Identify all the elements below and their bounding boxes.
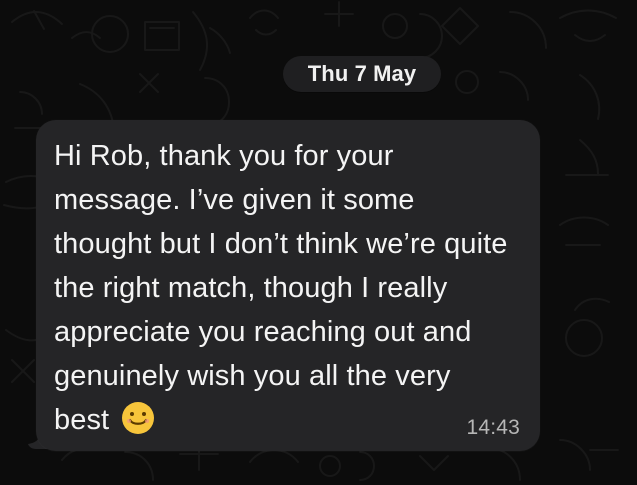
smiling-face-icon bbox=[121, 401, 155, 435]
chat-screen: Thu 7 May Hi Rob, thank you for your mes… bbox=[0, 0, 637, 485]
message-bubble: Hi Rob, thank you for your message. I’ve… bbox=[36, 120, 540, 451]
incoming-message[interactable]: Hi Rob, thank you for your message. I’ve… bbox=[28, 120, 540, 451]
date-separator: Thu 7 May bbox=[283, 56, 441, 92]
message-content: Hi Rob, thank you for your message. I’ve… bbox=[54, 134, 509, 442]
message-text: Hi Rob, thank you for your message. I’ve… bbox=[54, 140, 516, 436]
message-time: 14:43 bbox=[466, 416, 520, 439]
